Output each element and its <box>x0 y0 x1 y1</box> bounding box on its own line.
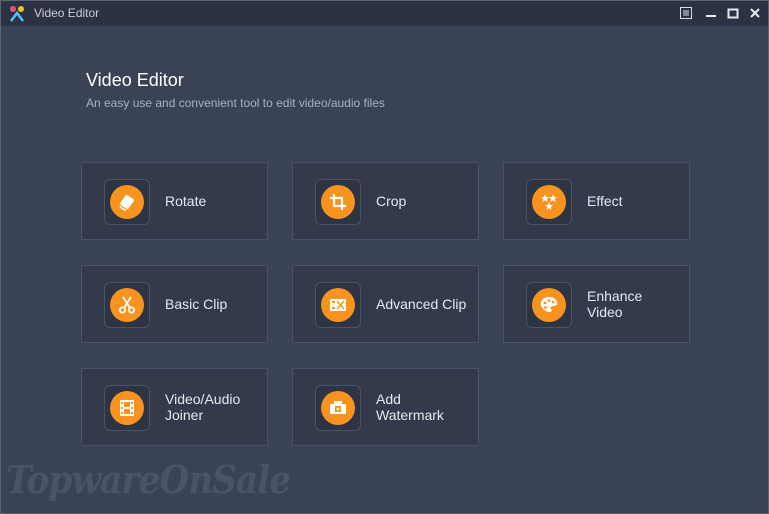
minimize-icon[interactable] <box>702 5 720 21</box>
add-watermark-label: Add Watermark <box>376 391 444 423</box>
crop-icon-box <box>315 179 361 225</box>
crop-label: Crop <box>376 193 407 209</box>
page-subtitle: An easy use and convenient tool to edit … <box>86 96 385 110</box>
maximize-icon[interactable] <box>724 5 742 21</box>
advanced-clip-label: Advanced Clip <box>376 296 467 312</box>
watermark-icon <box>321 391 355 425</box>
scissors-icon <box>110 288 144 322</box>
enhance-video-icon-box <box>526 282 572 328</box>
basic-clip-label: Basic Clip <box>165 296 228 312</box>
effect-icon-box <box>526 179 572 225</box>
basic-clip-button[interactable]: Basic Clip <box>81 265 268 343</box>
window-title: Video Editor <box>34 6 100 20</box>
advanced-clip-icon <box>321 288 355 322</box>
joiner-icon-box <box>104 385 150 431</box>
crop-icon <box>321 185 355 219</box>
menu-icon[interactable] <box>677 5 695 21</box>
rotate-button[interactable]: Rotate <box>81 162 268 240</box>
joiner-label: Video/Audio Joiner <box>165 391 241 423</box>
site-watermark: TopwareOnSale <box>6 457 291 502</box>
rotate-label: Rotate <box>165 193 207 209</box>
enhance-video-label: Enhance Video <box>587 288 643 320</box>
app-logo-icon <box>8 5 26 23</box>
advanced-clip-icon-box <box>315 282 361 328</box>
effect-icon <box>532 185 566 219</box>
effect-button[interactable]: Effect <box>503 162 690 240</box>
film-icon <box>110 391 144 425</box>
watermark-icon-box <box>315 385 361 431</box>
title-bar[interactable]: Video Editor <box>1 1 768 26</box>
app-window: Video Editor Video Editor An easy use an… <box>0 0 769 514</box>
rotate-icon-box <box>104 179 150 225</box>
palette-icon <box>532 288 566 322</box>
page-title: Video Editor <box>86 70 184 90</box>
video-audio-joiner-button[interactable]: Video/Audio Joiner <box>81 368 268 446</box>
rotate-icon <box>110 185 144 219</box>
crop-button[interactable]: Crop <box>292 162 479 240</box>
basic-clip-icon-box <box>104 282 150 328</box>
enhance-video-button[interactable]: Enhance Video <box>503 265 690 343</box>
advanced-clip-button[interactable]: Advanced Clip <box>292 265 479 343</box>
close-icon[interactable] <box>746 5 764 21</box>
add-watermark-button[interactable]: Add Watermark <box>292 368 479 446</box>
effect-label: Effect <box>587 193 623 209</box>
